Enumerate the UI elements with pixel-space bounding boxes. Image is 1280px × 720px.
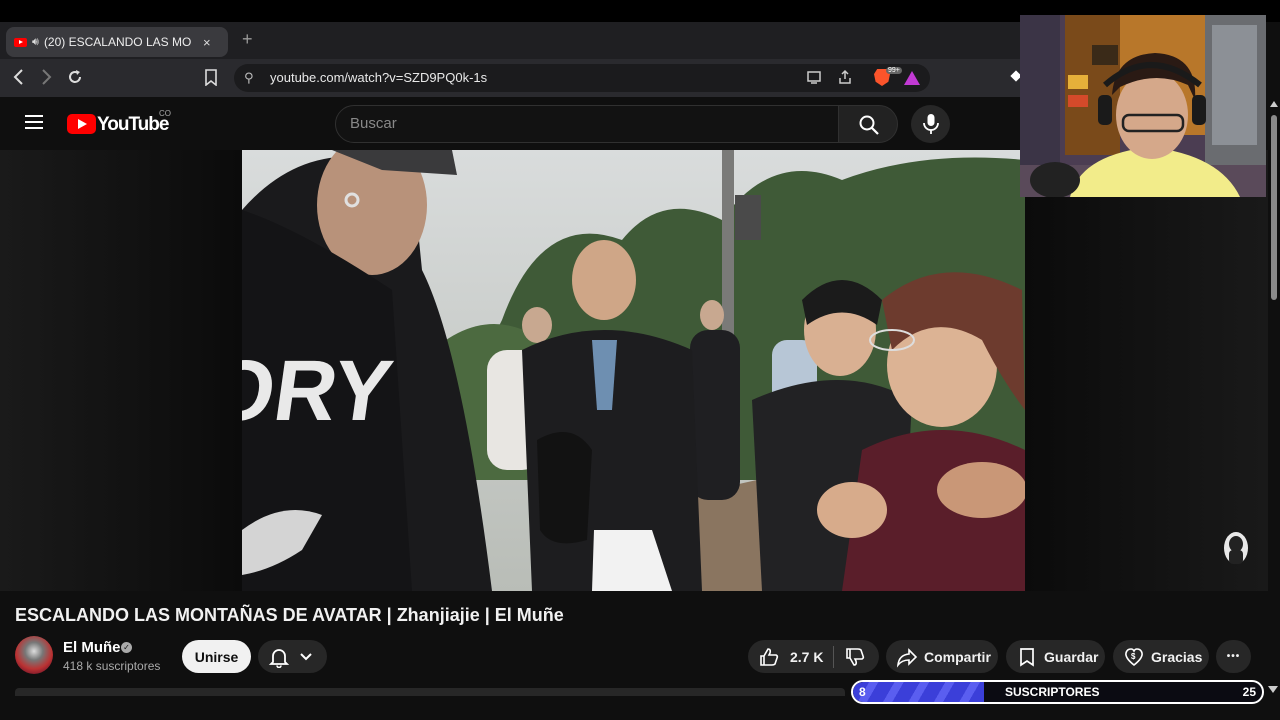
super-thanks-icon: $ — [1125, 647, 1143, 666]
save-bookmark-icon — [1020, 647, 1034, 667]
subscriber-count: 418 k suscriptores — [63, 659, 161, 673]
shields-count-badge: 99+ — [886, 67, 902, 74]
browser-tab[interactable]: 🔊︎ (20) ESCALANDO LAS MONTA × — [6, 27, 228, 57]
hoodie-print-text: ORY — [242, 343, 398, 439]
share-icon[interactable] — [837, 69, 853, 85]
youtube-logo-text[interactable]: YouTube — [97, 114, 169, 136]
like-separator — [833, 645, 835, 668]
thanks-button[interactable]: $ Gracias — [1113, 640, 1209, 673]
page-scrollbar[interactable] — [1268, 97, 1280, 591]
join-button[interactable]: Unirse — [182, 640, 251, 673]
more-icon: ••• — [1226, 651, 1241, 662]
microphone-icon — [923, 114, 939, 134]
scrollbar-thumb[interactable] — [1271, 115, 1277, 300]
chevron-down-icon — [300, 653, 312, 661]
notification-bell-button[interactable] — [258, 640, 327, 673]
cast-icon[interactable] — [806, 69, 822, 85]
screen: 🔊︎ (20) ESCALANDO LAS MONTA × + ⚲ youtub… — [0, 0, 1280, 720]
like-dislike-group: 2.7 K — [748, 640, 879, 673]
share-arrow-icon — [896, 647, 918, 668]
youtube-logo-icon[interactable] — [67, 114, 96, 134]
more-actions-button[interactable]: ••• — [1216, 640, 1251, 673]
subscriber-goal-bar: 8 SUSCRIPTORES 25 — [851, 680, 1264, 704]
bell-icon — [268, 649, 290, 668]
goal-label: SUSCRIPTORES — [1005, 685, 1100, 699]
new-tab-button[interactable]: + — [242, 29, 253, 50]
svg-text:$: $ — [1131, 652, 1136, 661]
scroll-down-icon[interactable] — [1268, 686, 1278, 693]
sticker-icon — [1224, 532, 1248, 564]
goal-progress-fill — [853, 682, 984, 702]
share-button[interactable]: Compartir — [886, 640, 998, 673]
back-icon[interactable] — [8, 67, 30, 87]
browser-tab-bar: 🔊︎ (20) ESCALANDO LAS MONTA × — [0, 22, 1020, 59]
webcam-frame — [1020, 15, 1266, 197]
thanks-label: Gracias — [1151, 648, 1203, 665]
tab-title: (20) ESCALANDO LAS MONTA — [43, 35, 192, 49]
video-frame: ORY — [242, 150, 1025, 591]
channel-name[interactable]: El Muñe — [63, 639, 121, 656]
brave-rewards-icon[interactable] — [904, 71, 920, 85]
channel-avatar[interactable] — [15, 636, 53, 674]
url-text[interactable]: youtube.com/watch?v=SZD9PQ0k-1s — [270, 70, 487, 85]
menu-icon[interactable] — [25, 115, 43, 129]
description-box-edge — [15, 688, 845, 696]
goal-target: 25 — [1242, 685, 1256, 699]
reload-icon[interactable] — [65, 67, 85, 87]
verified-badge-icon: ✓ — [121, 642, 132, 653]
like-icon[interactable] — [758, 646, 780, 668]
dislike-icon[interactable] — [844, 646, 866, 668]
search-input[interactable] — [350, 115, 810, 132]
speaker-icon[interactable]: 🔊︎ — [32, 36, 39, 49]
video-player[interactable]: ORY — [242, 150, 1025, 591]
search-icon — [859, 115, 879, 135]
address-bar[interactable]: ⚲ youtube.com/watch?v=SZD9PQ0k-1s 99+ — [234, 64, 930, 92]
search-button[interactable] — [838, 105, 898, 143]
video-title: ESCALANDO LAS MONTAÑAS DE AVATAR | Zhanj… — [15, 605, 564, 625]
goal-current: 8 — [859, 685, 866, 699]
voice-search-button[interactable] — [911, 105, 950, 143]
site-settings-icon[interactable]: ⚲ — [244, 70, 254, 86]
search-box — [335, 105, 839, 143]
like-count[interactable]: 2.7 K — [790, 649, 823, 665]
streamer-webcam — [1020, 15, 1266, 197]
save-button[interactable]: Guardar — [1006, 640, 1105, 673]
youtube-favicon-icon — [14, 37, 27, 47]
share-label: Compartir — [924, 648, 991, 665]
bookmark-icon[interactable] — [204, 69, 218, 86]
scroll-up-icon[interactable] — [1270, 101, 1278, 107]
tab-close-icon[interactable]: × — [203, 35, 211, 50]
forward-icon[interactable] — [36, 67, 56, 87]
country-code: CO — [159, 109, 171, 118]
save-label: Guardar — [1044, 648, 1099, 665]
